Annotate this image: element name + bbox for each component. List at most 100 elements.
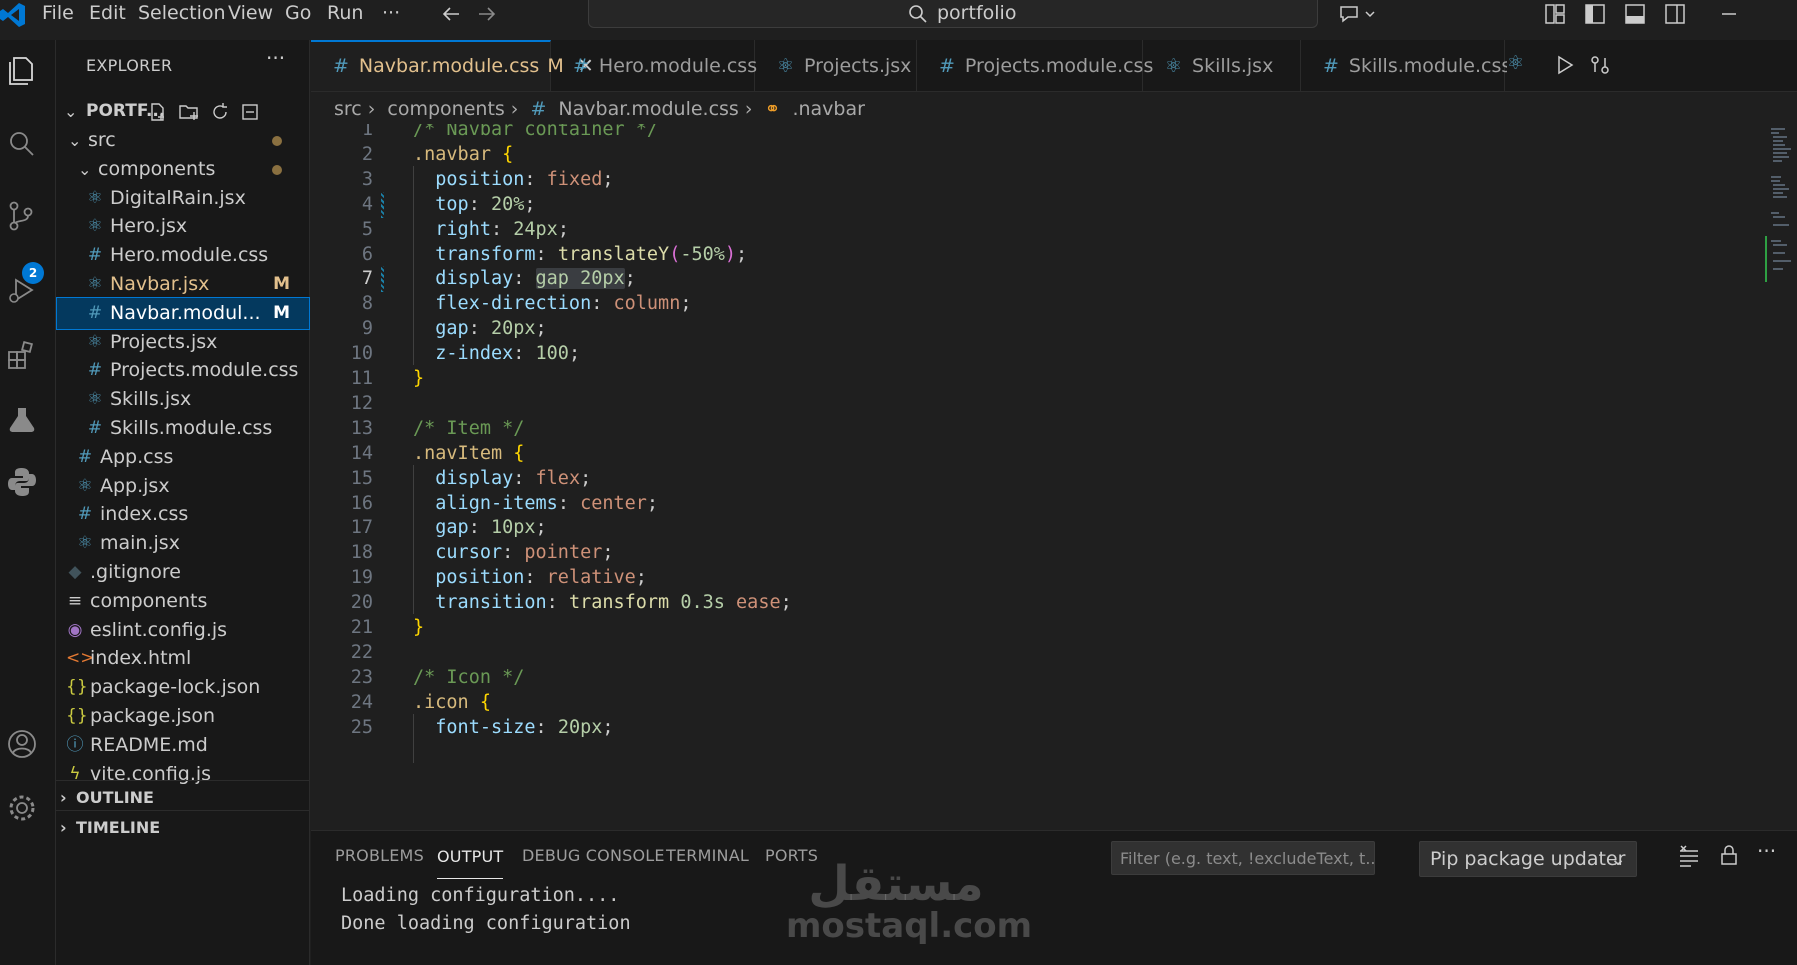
code-token: font-size: [435, 716, 536, 738]
code-token: ;: [624, 268, 636, 290]
python-icon[interactable]: [4, 464, 40, 500]
code-token: transform: [435, 243, 536, 265]
tab-navbar-module-css[interactable]: # Navbar.module.css M ✕: [311, 40, 594, 91]
explorer-more-button[interactable]: ···: [266, 46, 285, 70]
code-token: ;: [568, 343, 581, 365]
forward-arrow-icon[interactable]: [476, 3, 498, 25]
toggle-panel-icon[interactable]: [1624, 3, 1646, 25]
lock-scroll-icon[interactable]: [1717, 843, 1741, 867]
menu-file[interactable]: File: [42, 0, 74, 30]
code-token: :: [490, 218, 514, 240]
panel-tab-output[interactable]: OUTPUT: [437, 833, 504, 879]
tab-skills-module-css[interactable]: # Skills.module.css: [1301, 40, 1511, 91]
gutter-modified-marker[interactable]: [381, 266, 384, 293]
copilot-chat-icon[interactable]: [1338, 3, 1378, 27]
menu-more[interactable]: ···: [382, 0, 400, 30]
panel-tab-ports[interactable]: PORTS: [765, 831, 818, 881]
panel-tab-problems[interactable]: PROBLEMS: [335, 831, 424, 881]
minimap[interactable]: [1765, 124, 1795, 294]
code-token: 0.3s: [680, 592, 725, 614]
code-token: :: [546, 592, 569, 614]
tab-skills-jsx[interactable]: ⚛ Skills.jsx: [1143, 40, 1301, 91]
code-token: 20px: [490, 318, 536, 340]
indent-guide: [413, 713, 414, 764]
code-token: pointer: [524, 542, 603, 564]
code-token: .navItem: [413, 442, 503, 464]
code-token: ;: [535, 517, 547, 539]
breadcrumb-symbol[interactable]: .navbar: [792, 98, 864, 120]
extensions-icon[interactable]: [4, 338, 40, 374]
code-token: /* Navbar container */: [413, 124, 659, 140]
refresh-icon[interactable]: [210, 102, 230, 122]
code-token: align-items: [435, 492, 558, 514]
code-editor[interactable]: 1/* Navbar container */2 .navbar {3 posit…: [311, 124, 1797, 830]
compare-changes-icon[interactable]: [1589, 54, 1611, 76]
code-token: }: [413, 617, 425, 638]
code-token: display: [435, 268, 514, 290]
menu-go[interactable]: Go: [285, 0, 311, 30]
toggle-secondary-sidebar-icon[interactable]: [1664, 3, 1686, 25]
breadcrumb-components[interactable]: components: [387, 98, 504, 120]
tab-projects-module-css[interactable]: # Projects.module.css: [917, 40, 1153, 91]
toggle-primary-sidebar-icon[interactable]: [1584, 3, 1606, 25]
run-play-icon[interactable]: [1555, 55, 1575, 75]
breadcrumb-file[interactable]: Navbar.module.css: [558, 98, 738, 120]
css-hash-icon: #: [530, 98, 547, 120]
search-icon[interactable]: [4, 126, 40, 162]
output-filter-input[interactable]: [1111, 841, 1375, 875]
clear-output-icon[interactable]: [1677, 845, 1701, 869]
customize-layout-icon[interactable]: [1544, 3, 1566, 25]
activity-bar: 2: [0, 40, 56, 965]
panel-tab-debug-console[interactable]: DEBUG CONSOLE: [522, 831, 665, 881]
code-token: transform: [568, 592, 681, 614]
source-control-icon[interactable]: [4, 198, 40, 234]
minimize-window-icon[interactable]: [1718, 3, 1740, 25]
menu-view[interactable]: View: [228, 0, 273, 30]
code-token: .icon: [413, 691, 469, 713]
code-token: ;: [602, 542, 614, 564]
testing-flask-icon[interactable]: [4, 402, 40, 438]
explorer-files-icon[interactable]: [4, 52, 40, 88]
new-folder-icon[interactable]: [178, 102, 200, 122]
indent-guide: [413, 464, 414, 614]
menu-edit[interactable]: Edit: [89, 0, 126, 30]
code-token: gap: [435, 318, 469, 340]
collapse-all-icon[interactable]: [240, 102, 260, 122]
editor-tabs: # Navbar.module.css M ✕ # Hero.module.css ⚛ Pro…: [311, 40, 1797, 92]
new-file-icon[interactable]: [148, 102, 168, 122]
css-hash-icon: #: [573, 55, 589, 77]
outline-section[interactable]: › OUTLINE: [56, 780, 310, 813]
output-channel-select[interactable]: Pip package updater ⌄: [1419, 841, 1637, 877]
panel-more-button[interactable]: ···: [1757, 839, 1776, 863]
code-token: ;: [524, 193, 536, 215]
command-center-search[interactable]: portfolio: [588, 0, 1318, 28]
breadcrumb-src[interactable]: src: [334, 98, 362, 120]
code-line[interactable]: 25 font-size: 20px;: [311, 714, 1711, 743]
menu-run[interactable]: Run: [327, 0, 363, 30]
code-token: (: [669, 243, 681, 265]
accounts-icon[interactable]: [4, 726, 40, 762]
panel-tab-terminal[interactable]: TERMINAL: [666, 831, 749, 881]
vscode-logo-icon[interactable]: [0, 2, 26, 28]
code-token: :: [468, 318, 491, 340]
menu-selection[interactable]: Selection: [138, 0, 226, 30]
back-arrow-icon[interactable]: [440, 3, 462, 25]
react-icon: ⚛: [1507, 52, 1525, 74]
timeline-section[interactable]: › TIMELINE: [56, 810, 310, 843]
run-and-debug-icon[interactable]: [4, 272, 40, 308]
tab-projects-jsx[interactable]: ⚛ Projects.jsx: [755, 40, 917, 91]
code-token: ;: [780, 592, 792, 614]
code-token: center: [580, 492, 647, 514]
manage-gear-icon[interactable]: [4, 790, 40, 826]
gutter-modified-marker[interactable]: [381, 191, 384, 218]
code-token: translateY: [557, 243, 670, 265]
tab-hero-module-css[interactable]: # Hero.module.css: [551, 40, 757, 91]
symbol-class-icon: ⚭: [764, 98, 781, 120]
